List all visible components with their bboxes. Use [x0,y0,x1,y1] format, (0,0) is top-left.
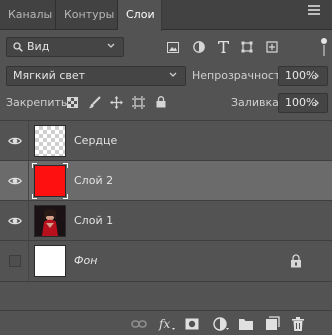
chevron-down-icon [107,38,117,56]
lock-label: Закрепить: [6,96,72,109]
fill-label: Заливка: [231,96,283,109]
lock-position-move-icon[interactable] [110,96,123,109]
image-filter-icon[interactable] [167,42,179,53]
lock-image-pixels-brush-icon[interactable] [88,96,101,109]
tab-paths-label: Контуры [64,8,115,21]
selection-corner [32,194,37,199]
group-folder-icon[interactable] [238,316,254,332]
filter-kind-label: Вид [27,40,50,53]
eye-visibility-icon[interactable] [8,134,22,148]
search-icon [13,42,23,52]
layer-row-heart[interactable]: Сердце [0,121,332,161]
svg-text:fx: fx [158,317,170,331]
fx-icon[interactable]: fx [158,316,176,332]
selection-corner [63,194,68,199]
panel-tab-bar: Каналы Контуры Слои [0,0,332,31]
layers-bottom-toolbar: fx [0,310,332,335]
layers-list: Сердце Слой 2 Слой 1 Фон [0,121,332,302]
lock-artboard-icon[interactable] [132,96,145,109]
type-filter-icon[interactable] [218,41,229,53]
shape-filter-icon[interactable] [241,41,253,53]
lock-row: Закрепить: Заливка: 100% [0,92,332,114]
tab-layers-label: Слои [126,8,155,21]
opacity-label: Непрозрачность: [192,69,291,82]
filter-kind-select[interactable]: Вид [6,37,124,57]
layer-row-layer-1[interactable]: Слой 1 [0,201,332,241]
layer-thumbnail [34,165,66,197]
opacity-field[interactable]: 100% [278,66,328,86]
trash-icon[interactable] [290,316,306,332]
tab-channels[interactable]: Каналы [0,0,56,30]
column-separator [28,201,29,241]
adjustment-filter-icon[interactable] [193,41,205,53]
visibility-toggle-empty[interactable] [9,255,21,267]
selection-corner [63,163,68,168]
chevron-right-icon[interactable] [314,94,322,112]
mask-icon[interactable] [184,316,200,332]
lock-transparent-pixels-icon[interactable] [67,97,78,108]
blend-mode-select[interactable]: Мягкий свет [6,66,186,86]
fill-field[interactable]: 100% [278,93,328,113]
layer-thumbnail [34,125,66,157]
blend-row: Мягкий свет Непрозрачность: 100% [0,65,332,87]
column-separator [28,161,29,201]
opacity-value: 100% [285,69,317,82]
layer-name[interactable]: Слой 2 [74,161,113,201]
panel-menu-icon[interactable] [308,5,322,21]
tab-paths[interactable]: Контуры [56,0,118,30]
layer-row-layer-2[interactable]: Слой 2 [0,161,332,201]
column-separator [28,241,29,281]
filter-toggle-switch[interactable] [320,38,328,56]
chevron-right-icon[interactable] [314,67,322,85]
filter-row: Вид [0,36,332,58]
column-separator [28,121,29,161]
eye-visibility-icon[interactable] [8,214,22,228]
layer-thumbnail-photo [34,205,66,237]
link-layers-icon[interactable] [131,316,147,332]
layer-name[interactable]: Фон [74,241,97,281]
layer-thumbnail [34,245,66,277]
selection-corner [32,163,37,168]
smart-object-filter-icon[interactable] [266,41,278,53]
new-layer-icon[interactable] [264,316,280,332]
layer-name[interactable]: Слой 1 [74,201,113,241]
blend-mode-value: Мягкий свет [13,69,86,82]
tab-layers[interactable]: Слои [118,0,162,31]
layer-name[interactable]: Сердце [74,121,117,161]
fill-value: 100% [285,96,317,109]
chevron-down-icon [169,67,179,85]
layer-row-background[interactable]: Фон [0,241,332,282]
eye-visibility-icon[interactable] [8,174,22,188]
adjustment-layer-icon[interactable] [212,316,230,332]
lock-icon [291,254,301,268]
lock-all-icon[interactable] [156,96,166,108]
tab-channels-label: Каналы [8,8,53,21]
